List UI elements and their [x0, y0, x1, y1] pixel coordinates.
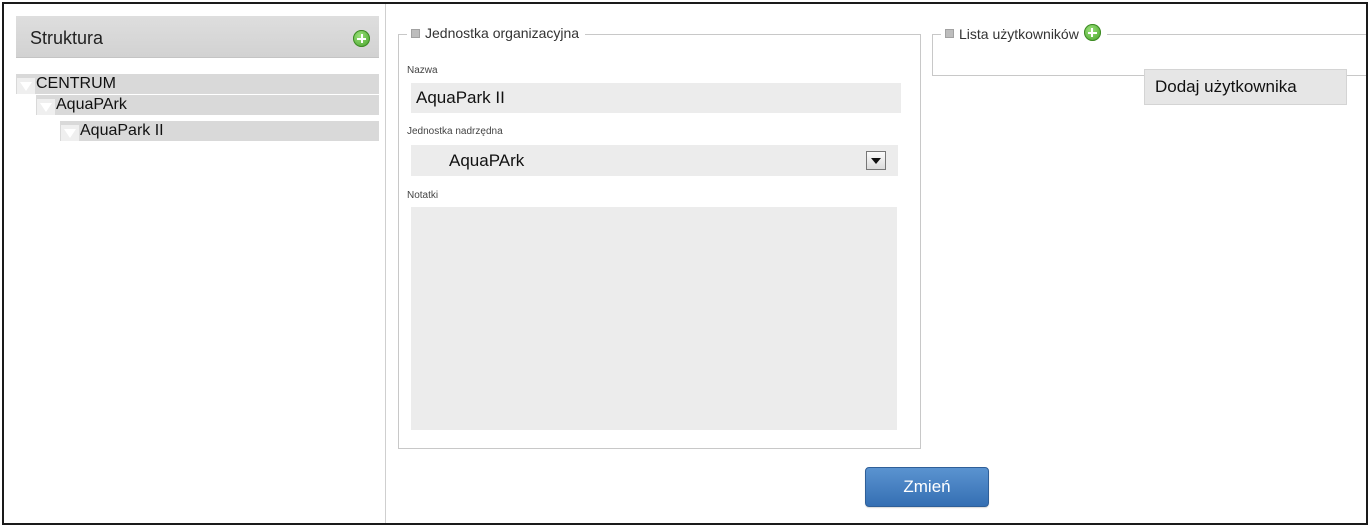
dropdown-arrow-icon[interactable] [866, 151, 886, 170]
name-label: Nazwa [407, 65, 438, 76]
expand-triangle-icon[interactable] [37, 99, 55, 115]
users-legend: Lista użytkowników [941, 24, 1107, 42]
change-button[interactable]: Zmień [865, 467, 989, 507]
unit-legend: Jednostka organizacyjna [407, 25, 586, 41]
add-user-button[interactable]: Dodaj użytkownika [1144, 69, 1347, 105]
tree-item-label: CENTRUM [36, 75, 116, 92]
add-unit-icon[interactable] [353, 30, 370, 47]
app-frame: Struktura CENTRUM AquaPArk AquaPark II J… [2, 2, 1368, 525]
expand-triangle-icon[interactable] [17, 78, 35, 94]
tree-item-aquapark[interactable]: AquaPArk [36, 95, 379, 115]
structure-panel: Struktura CENTRUM AquaPArk AquaPark II [4, 4, 386, 523]
tree-item-aquapark-ii[interactable]: AquaPark II [60, 121, 379, 141]
structure-title: Struktura [30, 28, 104, 48]
notes-textarea[interactable] [411, 207, 897, 430]
tree-item-label: AquaPark II [80, 122, 164, 139]
name-value: AquaPark II [416, 88, 505, 107]
parent-select[interactable]: AquaPArk [411, 145, 898, 176]
tree-item-label: AquaPArk [56, 96, 127, 113]
add-user-icon[interactable] [1083, 24, 1101, 41]
parent-label: Jednostka nadrzędna [407, 126, 503, 137]
unit-legend-label: Jednostka organizacyjna [425, 25, 580, 41]
unit-fieldset: Jednostka organizacyjna Nazwa AquaPark I… [398, 25, 921, 449]
users-legend-label: Lista użytkowników [959, 25, 1079, 42]
structure-header: Struktura [16, 16, 379, 58]
parent-value: AquaPArk [449, 151, 525, 170]
name-input[interactable]: AquaPark II [411, 83, 901, 113]
collapse-square-icon[interactable] [945, 29, 954, 38]
notes-label: Notatki [407, 190, 439, 201]
expand-triangle-icon[interactable] [61, 125, 79, 141]
tree-item-centrum[interactable]: CENTRUM [16, 74, 379, 94]
collapse-square-icon[interactable] [411, 28, 420, 38]
